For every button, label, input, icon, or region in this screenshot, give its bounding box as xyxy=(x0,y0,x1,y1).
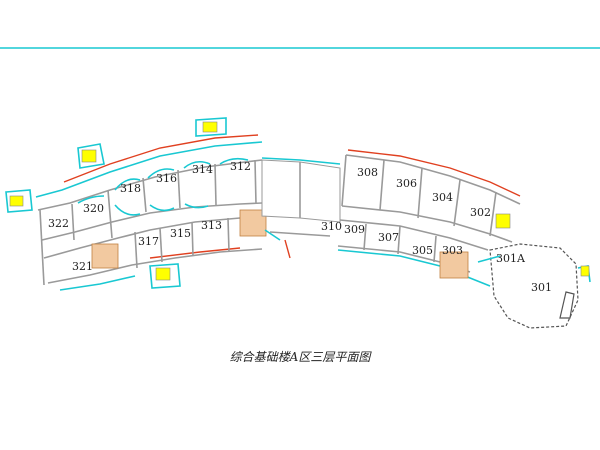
room-label-308: 308 xyxy=(357,166,378,179)
room-label-310: 310 xyxy=(321,220,342,233)
room-label-318: 318 xyxy=(120,182,141,195)
central-corridor xyxy=(261,157,341,259)
room-label-322: 322 xyxy=(48,217,69,230)
drawing-caption: 综合基础楼A区三层平面图 xyxy=(229,350,371,364)
room-label-306: 306 xyxy=(396,177,417,190)
room-label-314: 314 xyxy=(192,163,213,176)
room-label-305: 305 xyxy=(412,244,433,257)
room-label-301A: 301A xyxy=(496,252,526,265)
room-label-302: 302 xyxy=(470,206,491,219)
room-label-301: 301 xyxy=(531,281,552,294)
room-label-304: 304 xyxy=(432,191,453,204)
room-label-307: 307 xyxy=(378,231,399,244)
room-label-315: 315 xyxy=(170,227,191,240)
room-label-320: 320 xyxy=(83,202,104,215)
room-label-316: 316 xyxy=(156,172,177,185)
room-label-309: 309 xyxy=(344,223,365,236)
room-label-313: 313 xyxy=(201,219,222,232)
floor-plan-drawing: 322 320 321 318 317 316 315 314 313 312 … xyxy=(0,47,600,329)
room-label-303: 303 xyxy=(442,244,463,257)
room-label-321: 321 xyxy=(72,260,93,273)
room-label-317: 317 xyxy=(138,235,159,248)
room-label-312: 312 xyxy=(230,160,251,173)
